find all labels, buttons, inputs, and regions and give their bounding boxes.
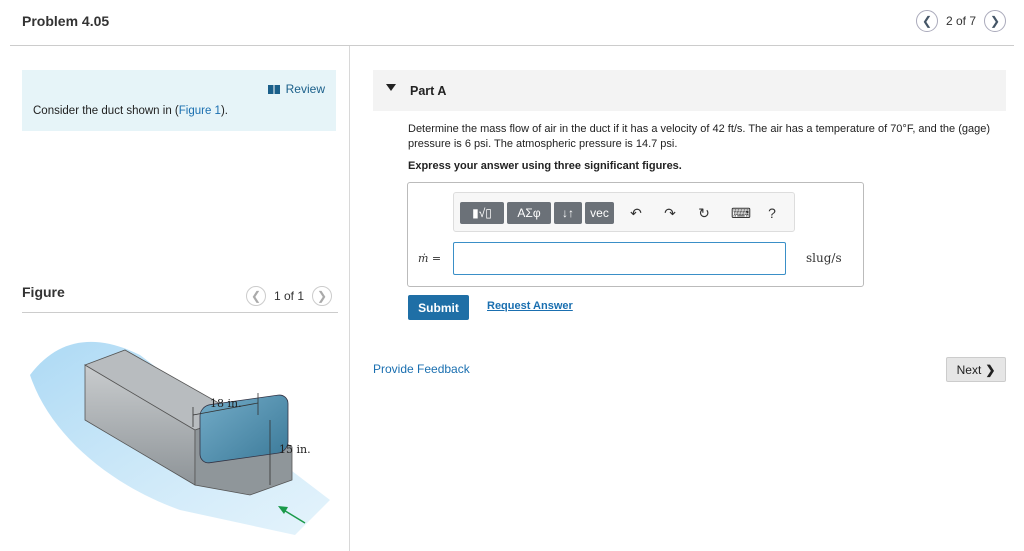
- next-problem-button[interactable]: ❯: [984, 10, 1006, 32]
- problem-pager: ❮ 2 of 7 ❯: [915, 10, 1006, 32]
- part-a-title: Part A: [410, 84, 447, 98]
- figure-pager-text: 1 of 1: [274, 289, 305, 303]
- answer-input[interactable]: [453, 242, 786, 275]
- prev-figure-button[interactable]: ❮: [246, 286, 266, 306]
- header-divider: [10, 45, 1014, 46]
- part-a-header[interactable]: Part A: [373, 70, 1006, 111]
- problem-pager-text: 2 of 7: [945, 14, 976, 28]
- review-label: Review: [285, 82, 325, 96]
- figure-divider: [22, 312, 338, 313]
- reset-icon[interactable]: ↻: [694, 203, 714, 223]
- template-button[interactable]: ▮√▯: [460, 202, 504, 224]
- next-label: Next: [956, 362, 982, 377]
- instruction-text: Express your answer using three signific…: [408, 160, 682, 172]
- review-link[interactable]: Review: [267, 82, 325, 96]
- chevron-left-icon: ❮: [250, 289, 262, 303]
- undo-icon[interactable]: ↶: [626, 203, 646, 223]
- template-icon: ▮√▯: [472, 206, 492, 220]
- chevron-right-icon: ❯: [989, 14, 1001, 28]
- problem-title: Problem 4.05: [22, 13, 110, 29]
- request-answer-link[interactable]: Request Answer: [487, 300, 573, 312]
- prev-problem-button[interactable]: ❮: [915, 10, 938, 32]
- vector-button[interactable]: vec: [585, 202, 614, 224]
- duct-figure: 18 in. 15 in.: [30, 341, 330, 535]
- dimension-height-label: 15 in.: [279, 443, 311, 456]
- next-button[interactable]: Next ❯: [946, 357, 1006, 382]
- dimension-width-label: 18 in.: [210, 397, 242, 410]
- next-figure-button[interactable]: ❯: [312, 286, 333, 306]
- chevron-right-icon: ❯: [985, 362, 996, 377]
- question-text: Determine the mass flow of air in the du…: [408, 123, 990, 150]
- chevron-right-icon: ❯: [317, 289, 328, 303]
- arrows-updown-icon: ↓↑: [562, 206, 574, 220]
- keyboard-icon[interactable]: ⌨: [729, 203, 753, 223]
- redo-icon[interactable]: ↷: [660, 203, 680, 223]
- units-label: slug/s: [806, 251, 842, 265]
- caret-down-icon: [386, 84, 396, 91]
- submit-button[interactable]: Submit: [408, 295, 469, 320]
- answer-box: ▮√▯ ΑΣφ ↓↑ vec ↶ ↷ ↻ ⌨ ? ṁ = slug/s: [407, 182, 864, 287]
- help-icon[interactable]: ?: [764, 203, 780, 223]
- figure-link[interactable]: Figure 1: [179, 105, 221, 117]
- intro-box: Review Consider the duct shown in (Figur…: [22, 70, 336, 131]
- subscript-superscript-button[interactable]: ↓↑: [554, 202, 582, 224]
- figure-pager: ❮ 1 of 1 ❯: [246, 286, 333, 306]
- math-toolbar: ▮√▯ ΑΣφ ↓↑ vec ↶ ↷ ↻ ⌨ ?: [453, 192, 795, 232]
- greek-symbols-button[interactable]: ΑΣφ: [507, 202, 551, 224]
- intro-text: Consider the duct shown in (Figure 1).: [33, 105, 228, 117]
- book-icon: [267, 84, 280, 94]
- provide-feedback-link[interactable]: Provide Feedback: [373, 362, 470, 376]
- figure-title: Figure: [22, 284, 65, 300]
- mass-flow-label: ṁ =: [418, 252, 442, 265]
- chevron-left-icon: ❮: [921, 14, 932, 28]
- column-divider: [349, 46, 350, 551]
